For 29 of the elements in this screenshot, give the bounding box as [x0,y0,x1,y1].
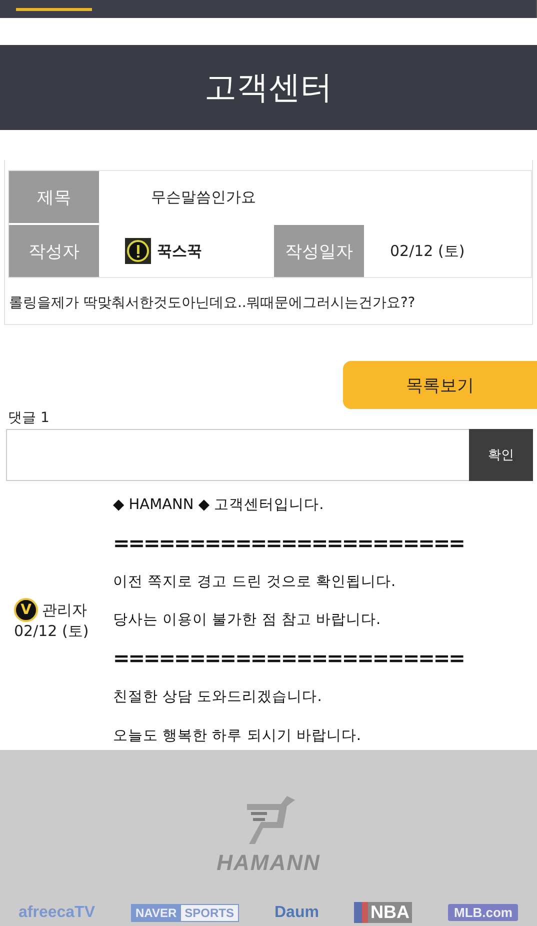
field-label: 제목 [9,171,99,223]
comment-line: ◆ HAMANN ◆ 고객센터입니다. [113,496,325,515]
comment-line: ======================= [113,530,464,557]
comment-line: 오늘도 행복한 하루 되시기 바랍니다. [113,726,362,746]
comment-input[interactable] [6,429,469,481]
level-badge-icon [125,238,151,264]
partner-logo[interactable]: afreecaTV [18,904,95,922]
field-label: 작성일자 [274,225,364,277]
comment-line: ======================= [113,645,464,672]
post-body: 롤링을제가 딱맞춰서한것도아닌데요..뭐때문에그러시는건가요?? [8,294,416,313]
admin-badge: V [14,598,38,622]
comment-date: 02/12 (토) [14,622,90,642]
comment-line: 이전 쪽지로 경고 드린 것으로 확인됩니다. [113,572,397,592]
page-title: 고객센터 [204,66,332,108]
comment-author: 관리자 [42,600,87,620]
partner-logo[interactable]: Daum [274,904,319,922]
partner-logo[interactable]: NBA [354,902,412,923]
comment-count: 댓글 1 [8,409,50,427]
confirm-button[interactable]: 확인 [469,429,533,481]
field-label: 작성자 [9,225,99,277]
comment-line: 친절한 상담 도와드리겠습니다. [113,688,323,708]
field-value: 무슨말씀인가요 [150,186,257,208]
list-view-button[interactable]: 목록보기 [343,361,537,409]
partner-logo[interactable]: MLB.com [448,904,518,921]
author-name: 꾹스꾹 [157,242,202,260]
partner-logo[interactable]: NAVER SPORTS [130,904,239,922]
brand-name: HAMANN [216,850,320,876]
field-value: 02/12 (토) [389,240,466,262]
comment-line: 당사는 이용이 불가한 점 참고 바랍니다. [113,611,382,630]
